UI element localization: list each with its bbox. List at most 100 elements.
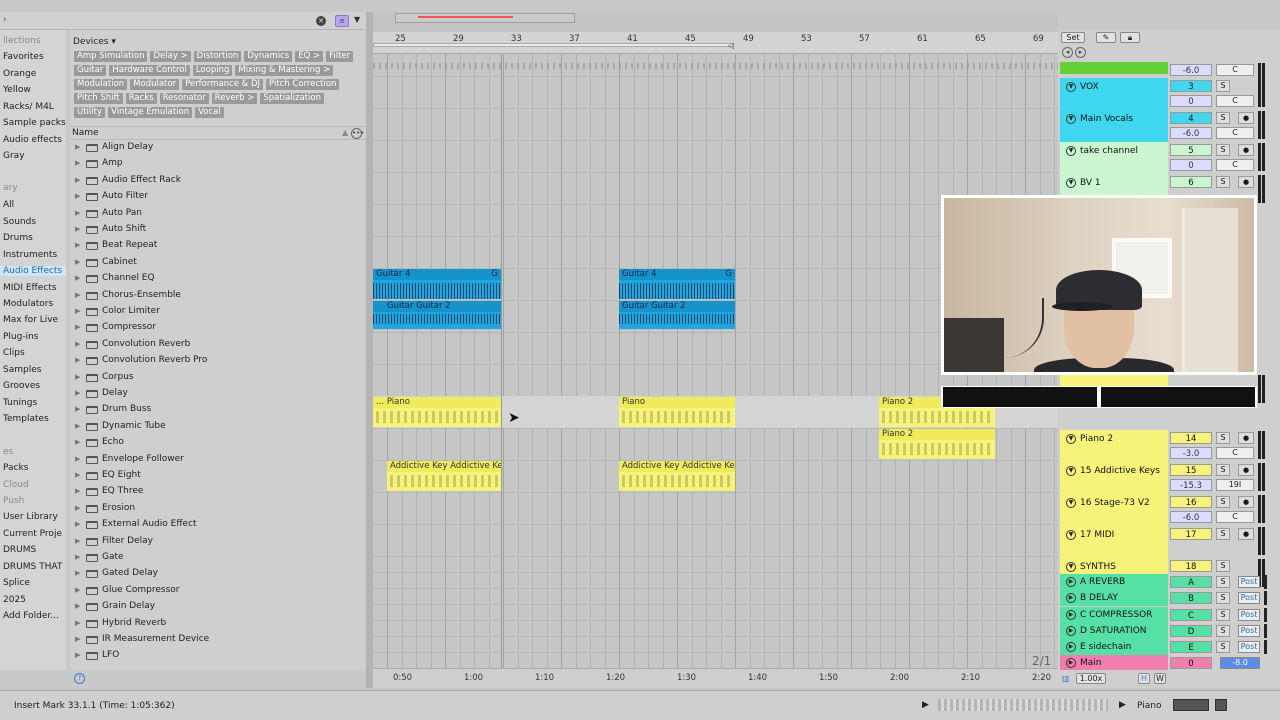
tag-chip[interactable]: Pitch Correction (266, 79, 340, 90)
track-name-area[interactable]: ▶ D SATURATION (1060, 623, 1168, 639)
tag-chip[interactable]: Filter (326, 51, 354, 62)
pan-field[interactable]: C (1216, 95, 1254, 107)
track-name-area[interactable]: ▶ C COMPRESSOR (1060, 607, 1168, 623)
tag-chip[interactable]: Pitch Shift (74, 93, 123, 104)
category-item[interactable]: Templates (3, 414, 49, 424)
track-header[interactable]: ▼ SYNTHS 18 S (1060, 558, 1280, 587)
expand-icon[interactable]: ▶ (1066, 642, 1076, 652)
expand-icon[interactable]: ▶ (75, 569, 80, 577)
expand-icon[interactable]: ▶ (75, 225, 80, 233)
track-name-area[interactable]: ▼ Piano 2 (1060, 430, 1168, 462)
device-item[interactable]: ▶ Convolution Reverb (70, 337, 366, 353)
volume-field[interactable]: -3.0 (1170, 447, 1212, 459)
track-name-area[interactable]: ▼ Main Vocals (1060, 110, 1168, 142)
fold-icon[interactable]: ▼ (1066, 434, 1076, 444)
expand-icon[interactable]: ▶ (75, 307, 80, 315)
track-name-area[interactable]: ▶ B DELAY (1060, 590, 1168, 606)
category-item[interactable]: Drums (3, 233, 33, 243)
track-number[interactable]: 14 (1170, 432, 1212, 444)
device-item[interactable]: ▶ Color Limiter (70, 304, 366, 320)
track-header[interactable]: ▼ 16 Stage-73 V2 16 S ● -6.0 C (1060, 494, 1280, 526)
device-item[interactable]: ▶ Chorus-Ensemble (70, 288, 366, 304)
expand-icon[interactable]: ▶ (75, 504, 80, 512)
expand-icon[interactable]: ▶ (75, 291, 80, 299)
category-item[interactable]: ary (3, 183, 18, 193)
expand-icon[interactable]: ▶ (75, 438, 80, 446)
clip-addictive-keys[interactable]: Addictive Key Addictive Key (387, 461, 501, 491)
arrangement-overview[interactable] (373, 12, 1058, 32)
device-item[interactable]: ▶ Gate (70, 550, 366, 566)
previous-marker-icon[interactable]: ◂ (1062, 47, 1073, 58)
device-item[interactable]: ▶ LFO (70, 648, 366, 664)
expand-icon[interactable]: ▶ (75, 635, 80, 643)
fold-icon[interactable]: ▼ (1066, 82, 1076, 92)
category-item[interactable]: DRUMS THAT (3, 562, 62, 572)
tag-chip[interactable]: Reverb > (211, 93, 258, 104)
return-letter[interactable]: A (1170, 576, 1212, 588)
tag-chip[interactable]: Distortion (193, 51, 242, 62)
time-ruler[interactable]: 0:50 1:00 1:10 1:20 1:30 1:40 1:50 2:00 2:10 2:20 (373, 668, 1058, 688)
tag-chip[interactable]: Vintage Emulation (108, 107, 193, 118)
tag-chip[interactable]: Resonator (159, 93, 209, 104)
expand-icon[interactable]: ▶ (75, 487, 80, 495)
clip-addictive-keys[interactable]: Addictive Key Addictive Key (619, 461, 735, 491)
expand-icon[interactable]: ▶ (75, 651, 80, 659)
expand-icon[interactable]: ▶ (75, 553, 80, 561)
record-arm-icon[interactable]: ● (1238, 112, 1254, 124)
expand-icon[interactable]: ▶ (75, 192, 80, 200)
device-item[interactable]: ▶ Auto Shift (70, 222, 366, 238)
pan-field[interactable]: C (1216, 511, 1254, 523)
tag-chip[interactable]: Hardware Control (109, 65, 190, 76)
draw-mode-icon[interactable]: ✎ (1096, 32, 1116, 43)
device-item[interactable]: ▶ Grain Delay (70, 599, 366, 615)
device-item[interactable]: ▶ Dynamic Tube (70, 419, 366, 435)
expand-icon[interactable]: ▶ (1066, 610, 1076, 620)
volume-field[interactable]: 0 (1170, 159, 1212, 171)
pan-field[interactable]: C (1216, 127, 1254, 139)
category-item[interactable]: es (3, 447, 13, 457)
device-item[interactable]: ▶ Corpus (70, 370, 366, 386)
volume-field[interactable]: 0 (1170, 95, 1212, 107)
category-item[interactable]: Sounds (3, 217, 36, 227)
device-item[interactable]: ▶ Auto Pan (70, 206, 366, 222)
solo-button[interactable]: S (1216, 176, 1230, 188)
fold-icon[interactable]: ▼ (1066, 498, 1076, 508)
expand-icon[interactable]: ▶ (75, 471, 80, 479)
more-options-icon[interactable]: ••• (351, 128, 364, 139)
device-item[interactable]: ▶ Beat Repeat (70, 238, 366, 254)
category-item[interactable]: Push (3, 496, 24, 506)
clip-piano[interactable]: ... Piano (373, 397, 501, 427)
category-item[interactable]: User Library (3, 512, 58, 522)
record-arm-icon[interactable]: ● (1238, 144, 1254, 156)
track-name-area[interactable]: ▼ take channel (1060, 142, 1168, 174)
expand-icon[interactable]: ▶ (1066, 577, 1076, 587)
device-item[interactable]: ▶ Erosion (70, 501, 366, 517)
pan-field[interactable]: 19I (1216, 479, 1254, 491)
lock-icon[interactable]: 🔒︎ (1120, 32, 1140, 43)
category-item[interactable]: Sample packs (3, 118, 66, 128)
tag-chip[interactable]: Looping (192, 65, 233, 76)
loop-icon[interactable]: ▥ (1062, 674, 1070, 683)
track-header[interactable]: ▼ take channel 5 S ● 0 C (1060, 142, 1280, 174)
play-icon[interactable]: ▶ (1119, 700, 1126, 710)
track-number[interactable]: 0 (1170, 657, 1212, 669)
return-track-header[interactable]: ▶ E sidechain E S Post (1060, 639, 1280, 655)
track-name-area[interactable]: ▼ 16 Stage-73 V2 (1060, 494, 1168, 526)
chevron-right-icon[interactable]: › (3, 15, 7, 25)
category-item[interactable]: All (3, 200, 14, 210)
tag-chip[interactable]: Amp Simulation (74, 51, 148, 62)
expand-icon[interactable]: ▶ (75, 422, 80, 430)
category-item[interactable]: Samples (3, 365, 41, 375)
track-number[interactable]: 5 (1170, 144, 1212, 156)
expand-icon[interactable]: ▶ (75, 258, 80, 266)
track-number[interactable]: 6 (1170, 176, 1212, 188)
category-item[interactable]: Splice (3, 578, 30, 588)
category-item[interactable]: Grooves (3, 381, 40, 391)
solo-button[interactable]: S (1216, 80, 1230, 92)
chevron-down-icon[interactable]: ▼ (354, 15, 360, 24)
fold-icon[interactable]: ▼ (1066, 530, 1076, 540)
return-track-header[interactable]: ▶ B DELAY B S Post (1060, 590, 1280, 606)
w-button[interactable]: W (1154, 673, 1166, 684)
device-item[interactable]: ▶ Echo (70, 435, 366, 451)
solo-button[interactable]: S (1216, 592, 1230, 604)
